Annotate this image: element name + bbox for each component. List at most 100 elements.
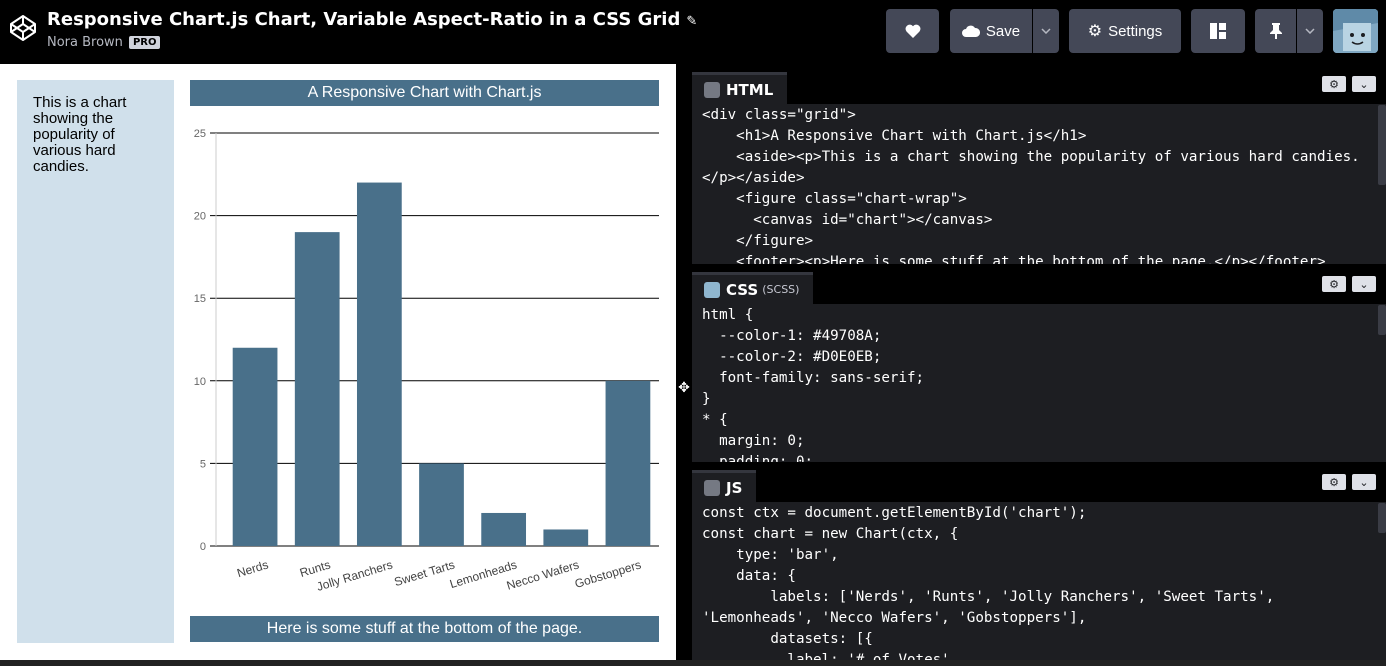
html-icon (704, 81, 720, 98)
x-tick-label: Gobstoppers (573, 557, 643, 590)
author-name[interactable]: Nora Brown (47, 35, 123, 50)
html-settings-button[interactable]: ⚙ (1322, 76, 1346, 92)
avatar[interactable] (1333, 9, 1378, 53)
y-tick-label: 0 (200, 541, 206, 553)
code-line[interactable]: const chart = new Chart(ctx, { (702, 524, 1386, 545)
tab-css[interactable]: CSS (SCSS) (692, 272, 814, 304)
code-line[interactable]: html { (702, 305, 1386, 326)
code-line[interactable]: 'Lemonheads', 'Necco Wafers', 'Gobstoppe… (702, 608, 1386, 629)
code-line[interactable]: </p></aside> (702, 168, 1386, 189)
pro-badge: PRO (128, 36, 161, 49)
css-code[interactable]: html { --color-1: #49708A; --color-2: #D… (692, 305, 1386, 464)
editor-column: HTML ⚙ ⌄ <div class="grid"> <h1>A Respon… (692, 64, 1386, 660)
js-settings-button[interactable]: ⚙ (1322, 474, 1346, 490)
code-line[interactable]: </figure> (702, 231, 1386, 252)
cloud-icon (961, 25, 980, 37)
gear-icon: ⚙ (1087, 23, 1103, 40)
css-scrollbar[interactable] (1378, 305, 1386, 335)
author-line: Nora Brown PRO (47, 35, 161, 50)
code-line[interactable]: font-family: sans-serif; (702, 368, 1386, 389)
js-scrollbar[interactable] (1378, 503, 1386, 533)
code-line[interactable]: type: 'bar', (702, 545, 1386, 566)
code-line[interactable]: datasets: [{ (702, 629, 1386, 650)
code-line[interactable]: labels: ['Nerds', 'Runts', 'Jolly Ranche… (702, 587, 1386, 608)
codepen-logo-icon[interactable] (9, 14, 37, 42)
page-footer: Here is some stuff at the bottom of the … (190, 616, 659, 642)
css-settings-button[interactable]: ⚙ (1322, 276, 1346, 292)
chevron-down-icon: ⌄ (1359, 277, 1369, 291)
html-code[interactable]: <div class="grid"> <h1>A Responsive Char… (692, 105, 1386, 264)
code-line[interactable]: --color-1: #49708A; (702, 326, 1386, 347)
page-heading: A Responsive Chart with Chart.js (190, 80, 659, 106)
y-tick-label: 10 (194, 376, 206, 388)
tab-js[interactable]: JS (692, 470, 757, 502)
chevron-down-icon (1305, 28, 1315, 34)
bar-chart: 0510152025Nerds RuntsJolly RanchersSweet … (194, 128, 659, 594)
bar (481, 512, 527, 546)
tab-html[interactable]: HTML (692, 72, 788, 104)
code-line[interactable]: margin: 0; (702, 431, 1386, 452)
code-line[interactable]: <figure class="chart-wrap"> (702, 189, 1386, 210)
bar (294, 232, 340, 546)
x-tick-label: Sweet Tarts (393, 557, 457, 589)
layout-button[interactable] (1191, 9, 1245, 53)
code-line[interactable]: <canvas id="chart"></canvas> (702, 210, 1386, 231)
code-line[interactable]: --color-2: #D0E0EB; (702, 347, 1386, 368)
code-line[interactable]: * { (702, 410, 1386, 431)
css-collapse-button[interactable]: ⌄ (1352, 276, 1376, 292)
css-icon (704, 281, 720, 298)
code-line[interactable]: <footer><p>Here is some stuff at the bot… (702, 252, 1386, 264)
y-tick-label: 15 (194, 293, 206, 305)
code-line[interactable]: label: '# of Votes', (702, 650, 1386, 660)
chevron-down-icon (1041, 28, 1051, 34)
html-editor-panel: HTML ⚙ ⌄ <div class="grid"> <h1>A Respon… (692, 64, 1386, 264)
js-collapse-button[interactable]: ⌄ (1352, 474, 1376, 490)
heart-icon (905, 24, 920, 38)
html-tab-label: HTML (726, 80, 774, 99)
js-code[interactable]: const ctx = document.getElementById('cha… (692, 503, 1386, 660)
code-line[interactable]: <aside><p>This is a chart showing the po… (702, 147, 1386, 168)
save-button[interactable]: Save (950, 9, 1032, 53)
js-editor-panel: JS ⚙ ⌄ const ctx = document.getElementBy… (692, 462, 1386, 660)
code-line[interactable]: const ctx = document.getElementById('cha… (702, 503, 1386, 524)
resize-handle-icon[interactable]: ✥ (676, 380, 692, 400)
gear-icon: ⚙ (1329, 277, 1339, 291)
bar (419, 463, 464, 546)
layout-icon (1210, 23, 1226, 39)
code-line[interactable]: data: { (702, 566, 1386, 587)
x-tick-label: Nerds (235, 557, 270, 580)
bar (605, 380, 651, 546)
html-collapse-button[interactable]: ⌄ (1352, 76, 1376, 92)
aside-text: This is a chart showing the popularity o… (33, 94, 127, 175)
code-line[interactable]: <div class="grid"> (702, 105, 1386, 126)
pin-options-button[interactable] (1297, 9, 1323, 53)
pencil-icon[interactable]: ✎ (686, 14, 697, 29)
bottom-bar (0, 660, 1386, 666)
heart-button[interactable] (886, 9, 939, 53)
css-editor-panel: CSS (SCSS) ⚙ ⌄ html { --color-1: #49708A… (692, 264, 1386, 464)
aside-panel: This is a chart showing the popularity o… (17, 80, 174, 643)
code-line[interactable]: <h1>A Responsive Chart with Chart.js</h1… (702, 126, 1386, 147)
pen-title[interactable]: Responsive Chart.js Chart, Variable Aspe… (47, 9, 697, 30)
y-tick-label: 25 (194, 128, 206, 140)
pin-button[interactable] (1255, 9, 1296, 53)
pane-divider[interactable] (676, 64, 692, 660)
js-tab-label: JS (726, 478, 743, 497)
bar (232, 347, 278, 546)
chevron-down-icon: ⌄ (1359, 475, 1369, 489)
chevron-down-icon: ⌄ (1359, 77, 1369, 91)
x-tick-label: Necco Wafers (505, 557, 581, 592)
gear-icon: ⚙ (1329, 475, 1339, 489)
y-tick-label: 5 (200, 458, 206, 470)
html-panel-header: HTML ⚙ ⌄ (692, 64, 1386, 104)
html-scrollbar[interactable] (1378, 105, 1386, 185)
pen-title-text: Responsive Chart.js Chart, Variable Aspe… (47, 9, 681, 30)
css-tab-label: CSS (726, 280, 759, 299)
css-panel-header: CSS (SCSS) ⚙ ⌄ (692, 264, 1386, 304)
avatar-image (1333, 9, 1378, 53)
settings-button[interactable]: ⚙ Settings (1069, 9, 1181, 53)
js-icon (704, 479, 720, 496)
save-options-button[interactable] (1033, 9, 1059, 53)
preview-pane: This is a chart showing the popularity o… (0, 64, 676, 660)
code-line[interactable]: } (702, 389, 1386, 410)
